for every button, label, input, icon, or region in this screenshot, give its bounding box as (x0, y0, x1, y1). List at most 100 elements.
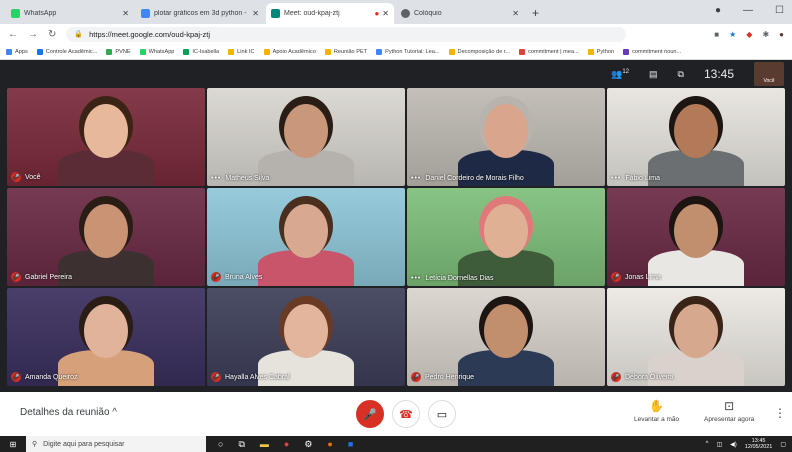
raise-hand-button[interactable]: ✋ Levantar a mão (634, 399, 679, 423)
bookmark-item[interactable]: Controle Acadêmic... (36, 48, 97, 55)
participant-nameplate: ••• Fábio Lima (611, 175, 660, 182)
participant-tile[interactable]: 🎤 Débora Oliveira (607, 288, 785, 386)
bookmark-item[interactable]: commitment noun... (623, 48, 681, 55)
bookmark-item[interactable]: Link IC (228, 48, 255, 55)
bookmark-item[interactable]: Reunião PET (324, 48, 367, 55)
participant-tile[interactable]: 🎤 Jonas Lima (607, 188, 785, 286)
system-tray: ^ ◫ ◀) 13:45 12/05/2021 ▢ (706, 438, 792, 450)
forward-arrow-icon[interactable]: → (28, 29, 38, 40)
meet-top-bar: 👥12 ▤ ⧉ 13:45 Você (0, 60, 792, 88)
url-field[interactable]: 🔒 https://meet.google.com/oud-kpaj-ztj (66, 26, 627, 42)
bookmark-item[interactable]: IC-Isabella (183, 48, 219, 55)
bookmark-item[interactable]: Apps (6, 48, 28, 55)
mic-muted-icon: 🎤 (411, 372, 421, 382)
meet-icon (271, 9, 280, 18)
close-icon[interactable]: ✕ (382, 9, 389, 18)
profile-icon[interactable]: ● (715, 5, 721, 16)
meet-bottom-bar: Detalhes da reunião ^ 🎤 ☎ ▭ ✋ Levantar a… (0, 392, 792, 436)
notifications-icon[interactable]: ▢ (780, 441, 786, 448)
cortana-icon[interactable]: ○ (218, 439, 223, 450)
participant-tile[interactable]: ••• Fábio Lima (607, 88, 785, 186)
browser-tab[interactable]: plotar gráficos em 3d python - P ✕ (136, 3, 264, 24)
avatar[interactable]: ● (779, 30, 784, 39)
windows-start-icon[interactable]: ⊞ (0, 440, 26, 449)
details-label: Detalhes da reunião (20, 407, 110, 418)
browser-tab[interactable]: WhatsApp ✕ (6, 3, 134, 24)
participant-tile[interactable]: 🎤 Hayalla Alves Cabral (207, 288, 405, 386)
app-icon[interactable]: ■ (348, 439, 353, 450)
minimize-button[interactable]: — (743, 5, 753, 16)
present-now-button[interactable]: ⊡ Apresentar agora (704, 399, 754, 423)
speaking-dots-icon: ••• (611, 175, 622, 182)
bookmark-item[interactable]: Apoio Acadêmico (263, 48, 316, 55)
participant-face (284, 104, 328, 158)
browser-tab[interactable]: Colóquio ✕ (396, 3, 524, 24)
search-icon: ⚲ (32, 441, 38, 448)
participant-face (84, 204, 128, 258)
camera-icon[interactable]: ■ (714, 30, 719, 39)
more-options-icon[interactable]: ⋮ (774, 406, 786, 420)
bookmark-item[interactable]: WhatsApp (139, 48, 174, 55)
maximize-button[interactable]: ☐ (775, 5, 784, 16)
lock-icon: 🔒 (74, 31, 84, 38)
participant-face (484, 104, 528, 158)
taskbar-search[interactable]: ⚲ Digite aqui para pesquisar (26, 436, 206, 452)
volume-icon[interactable]: ◀) (730, 441, 737, 448)
mic-off-icon: 🎤 (363, 408, 377, 421)
browser-tab-active[interactable]: Meet: oud-kpaj-ztj ● ✕ (266, 3, 394, 24)
leave-call-button[interactable]: ☎ (392, 400, 420, 428)
self-view-thumbnail[interactable]: Você (754, 62, 784, 86)
participant-tile[interactable]: ••• Matheus Silva (207, 88, 405, 186)
taskbar-clock[interactable]: 13:45 12/05/2021 (745, 438, 773, 450)
app-icon[interactable]: ● (327, 439, 332, 450)
meet-toolbar: 👥12 ▤ ⧉ 13:45 Você (611, 60, 784, 88)
puzzle-icon[interactable]: ✱ (762, 30, 769, 39)
participant-tile[interactable]: 🎤 Amanda Queiroz (7, 288, 205, 386)
bookmark-item[interactable]: Python Tutorial: Lea... (376, 48, 440, 55)
present-label: Apresentar agora (704, 416, 755, 423)
reload-icon[interactable]: ↻ (48, 29, 56, 40)
bookmark-item[interactable]: PVNE (106, 48, 131, 55)
close-icon[interactable]: ✕ (512, 9, 519, 18)
settings-icon[interactable]: ⚙ (304, 439, 312, 450)
mic-muted-icon: 🎤 (211, 272, 221, 282)
activities-icon[interactable]: ⧉ (678, 69, 684, 80)
participant-name: Jonas Lima (625, 273, 661, 281)
mic-muted-icon: 🎤 (11, 272, 21, 282)
participant-face (484, 304, 528, 358)
mic-toggle-button[interactable]: 🎤 (356, 400, 384, 428)
participant-nameplate: 🎤 Hayalla Alves Cabral (211, 372, 290, 382)
bookmark-label: Decomposição de r... (457, 48, 511, 55)
chrome-icon[interactable]: ● (284, 439, 289, 450)
star-icon[interactable]: ★ (729, 30, 736, 39)
back-arrow-icon[interactable]: ← (8, 29, 18, 40)
new-tab-button[interactable]: + (532, 6, 539, 20)
file-explorer-icon[interactable]: ▬ (260, 439, 269, 450)
people-icon[interactable]: 👥12 (611, 69, 629, 80)
speaking-dots-icon: ••• (211, 175, 222, 182)
close-icon[interactable]: ✕ (252, 9, 259, 18)
bookmark-item[interactable]: Decomposição de r... (448, 48, 511, 55)
meeting-details-button[interactable]: Detalhes da reunião ^ (20, 407, 117, 418)
participant-tile[interactable]: ••• Letícia Dornellas Dias (407, 188, 605, 286)
participant-name: Bruna Alves (225, 273, 263, 281)
video-camera-icon: ▭ (436, 408, 448, 421)
participant-tile[interactable]: 🎤 Pedro Henrique (407, 288, 605, 386)
participant-tile[interactable]: 🎤 Você (7, 88, 205, 186)
participant-tile[interactable]: 🎤 Gabriel Pereira (7, 188, 205, 286)
task-view-icon[interactable]: ⧉ (238, 439, 244, 450)
participant-nameplate: 🎤 Bruna Alves (211, 272, 262, 282)
url-text: https://meet.google.com/oud-kpaj-ztj (89, 29, 211, 39)
camera-toggle-button[interactable]: ▭ (428, 400, 456, 428)
participant-tile[interactable]: ••• Daniel Cordeiro de Morais Filho (407, 88, 605, 186)
participant-tile[interactable]: 🎤 Bruna Alves (207, 188, 405, 286)
extension-icon[interactable]: ◆ (746, 30, 752, 39)
participant-nameplate: 🎤 Débora Oliveira (611, 372, 674, 382)
network-icon[interactable]: ◫ (717, 441, 723, 448)
tray-arrow-icon[interactable]: ^ (706, 441, 709, 447)
bookmark-item[interactable]: commitment | mea... (519, 48, 579, 55)
chat-icon[interactable]: ▤ (649, 69, 658, 80)
meeting-clock: 13:45 (703, 67, 734, 81)
close-icon[interactable]: ✕ (122, 9, 129, 18)
bookmark-item[interactable]: Python (587, 48, 614, 55)
